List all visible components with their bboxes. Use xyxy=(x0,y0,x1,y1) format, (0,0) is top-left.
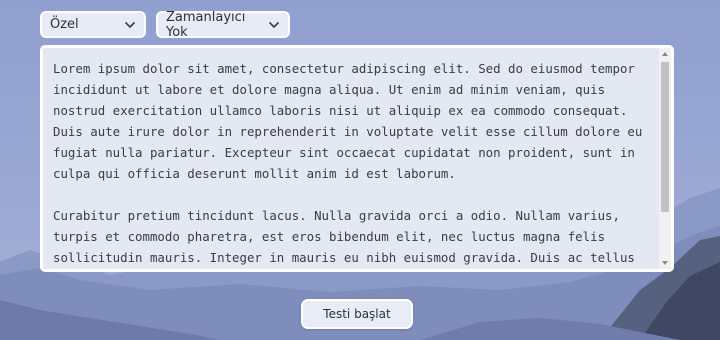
mode-select[interactable]: Özel xyxy=(40,11,146,38)
scroll-down-arrow-icon[interactable] xyxy=(659,257,671,269)
vertical-scrollbar[interactable] xyxy=(659,48,671,269)
typing-text-panel: Lorem ipsum dolor sit amet, consectetur … xyxy=(40,45,674,272)
chevron-down-icon xyxy=(268,21,280,29)
timer-select-value: Zamanlayıcı Yok xyxy=(166,9,246,40)
chevron-down-icon xyxy=(124,21,136,29)
start-test-button[interactable]: Testi başlat xyxy=(301,299,413,329)
text-paragraph: Lorem ipsum dolor sit amet, consectetur … xyxy=(53,61,650,181)
scrollbar-thumb[interactable] xyxy=(661,62,669,212)
timer-select[interactable]: Zamanlayıcı Yok xyxy=(156,9,290,40)
scroll-up-arrow-icon[interactable] xyxy=(659,48,671,60)
mode-select-value: Özel xyxy=(50,17,79,32)
typing-text-area[interactable]: Lorem ipsum dolor sit amet, consectetur … xyxy=(43,48,659,269)
text-paragraph: Curabitur pretium tincidunt lacus. Nulla… xyxy=(53,208,635,265)
